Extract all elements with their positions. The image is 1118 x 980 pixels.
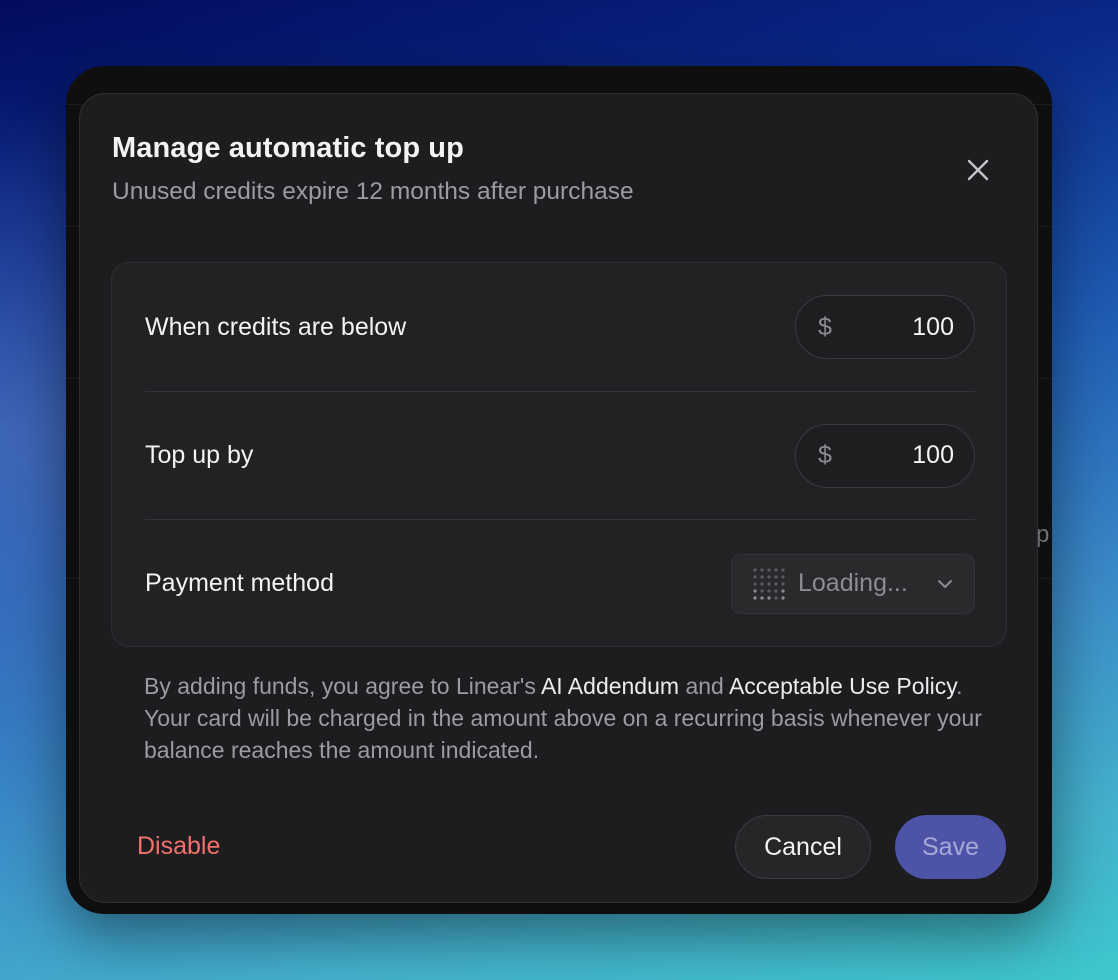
loading-dots-icon — [753, 567, 785, 600]
top-up-label: Top up by — [145, 441, 254, 469]
chevron-down-icon — [938, 579, 952, 588]
ai-addendum-link[interactable]: AI Addendum — [541, 673, 679, 699]
payment-method-label: Payment method — [145, 569, 334, 597]
top-up-dialog: Manage automatic top up Unused credits e… — [79, 93, 1038, 903]
disable-button[interactable]: Disable — [137, 832, 220, 861]
cancel-button[interactable]: Cancel — [735, 815, 871, 879]
save-button[interactable]: Save — [895, 815, 1006, 879]
acceptable-use-policy-link[interactable]: Acceptable Use Policy — [729, 673, 956, 699]
legal-text: and — [679, 673, 729, 699]
threshold-label: When credits are below — [145, 312, 407, 341]
legal-notice: By adding funds, you agree to Linear's A… — [144, 670, 1004, 766]
app-window: p Manage automatic top up Unused credits… — [66, 66, 1052, 914]
legal-text: By adding funds, you agree to Linear's — [144, 673, 541, 699]
currency-symbol: $ — [818, 441, 832, 469]
dialog-subtitle: Unused credits expire 12 months after pu… — [112, 178, 634, 205]
threshold-amount-value: 100 — [912, 312, 954, 341]
payment-method-select[interactable]: Loading... — [731, 553, 975, 614]
threshold-row: When credits are below $ 100 — [145, 263, 975, 391]
dialog-title: Manage automatic top up — [112, 132, 464, 164]
close-icon — [967, 159, 989, 181]
payment-method-row: Payment method Loading... — [145, 519, 975, 647]
threshold-amount-input[interactable]: $ 100 — [795, 295, 975, 359]
top-up-row: Top up by $ 100 — [145, 391, 975, 519]
currency-symbol: $ — [818, 312, 832, 341]
top-up-settings-card: When credits are below $ 100 Top up by $… — [111, 262, 1007, 647]
payment-method-value: Loading... — [798, 569, 908, 597]
top-up-amount-value: 100 — [912, 441, 954, 469]
close-button[interactable] — [960, 152, 996, 188]
top-up-amount-input[interactable]: $ 100 — [795, 423, 975, 488]
background-partial-text: p — [1036, 521, 1050, 548]
